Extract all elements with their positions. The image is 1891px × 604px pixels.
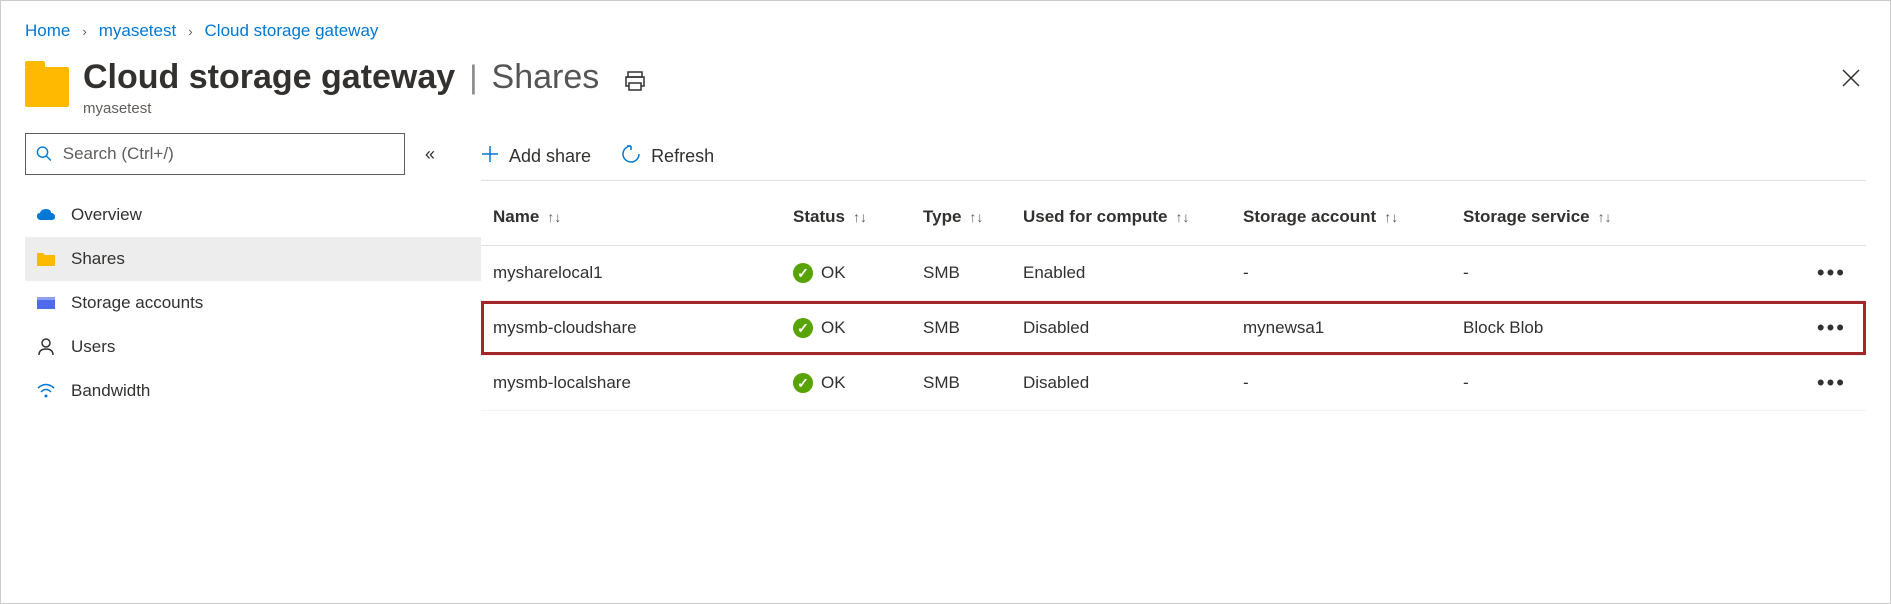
wifi-icon — [35, 383, 57, 399]
print-icon — [623, 69, 647, 93]
cell-name: mysharelocal1 — [481, 246, 781, 301]
cell-service: - — [1451, 356, 1661, 411]
toolbar: Add share Refresh — [481, 133, 1866, 181]
cell-status: ✓OK — [781, 246, 911, 301]
collapse-sidebar-button[interactable]: « — [425, 144, 435, 165]
cell-name: mysmb-cloudshare — [481, 301, 781, 356]
sidebar-nav: Overview Shares Storage accounts Users — [25, 193, 481, 413]
user-icon — [35, 338, 57, 356]
chevron-right-icon: › — [188, 24, 192, 39]
sidebar-item-users[interactable]: Users — [25, 325, 481, 369]
sort-icon: ↑↓ — [969, 209, 983, 225]
add-share-label: Add share — [509, 146, 591, 167]
sort-icon: ↑↓ — [547, 209, 561, 225]
cell-type: SMB — [911, 356, 1011, 411]
plus-icon — [481, 145, 499, 168]
sidebar: « Overview Shares Storage accounts — [1, 133, 481, 413]
sidebar-item-shares[interactable]: Shares — [25, 237, 481, 281]
col-status[interactable]: Status↑↓ — [781, 189, 911, 246]
ok-icon: ✓ — [793, 318, 813, 338]
cell-compute: Disabled — [1011, 356, 1231, 411]
ok-icon: ✓ — [793, 373, 813, 393]
chevron-right-icon: › — [82, 24, 86, 39]
sort-icon: ↑↓ — [1598, 209, 1612, 225]
folder-icon — [35, 251, 57, 267]
table-row[interactable]: mysmb-cloudshare✓OKSMBDisabledmynewsa1Bl… — [481, 301, 1866, 356]
page-title: Cloud storage gateway | Shares — [83, 59, 599, 96]
sidebar-item-label: Users — [71, 337, 115, 357]
col-name[interactable]: Name↑↓ — [481, 189, 781, 246]
cloud-icon — [35, 208, 57, 222]
refresh-button[interactable]: Refresh — [621, 144, 714, 169]
sort-icon: ↑↓ — [853, 209, 867, 225]
add-share-button[interactable]: Add share — [481, 145, 591, 168]
close-button[interactable] — [1842, 69, 1860, 93]
sort-icon: ↑↓ — [1176, 209, 1190, 225]
cell-status: ✓OK — [781, 356, 911, 411]
search-input[interactable] — [61, 143, 394, 165]
cell-compute: Enabled — [1011, 246, 1231, 301]
folder-icon — [25, 67, 69, 107]
breadcrumb-page[interactable]: Cloud storage gateway — [205, 21, 379, 41]
page-subtitle: myasetest — [83, 100, 599, 117]
cell-service: Block Blob — [1451, 301, 1661, 356]
row-menu-button[interactable]: ••• — [1661, 301, 1866, 356]
breadcrumb-home[interactable]: Home — [25, 21, 70, 41]
row-menu-button[interactable]: ••• — [1661, 356, 1866, 411]
refresh-icon — [621, 144, 641, 169]
main-content: Add share Refresh Name↑↓ Status↑↓ Type↑↓… — [481, 133, 1890, 413]
title-divider: | — [469, 60, 477, 95]
cell-type: SMB — [911, 246, 1011, 301]
col-service[interactable]: Storage service↑↓ — [1451, 189, 1661, 246]
cell-account: mynewsa1 — [1231, 301, 1451, 356]
sidebar-item-label: Bandwidth — [71, 381, 150, 401]
sidebar-item-overview[interactable]: Overview — [25, 193, 481, 237]
col-type[interactable]: Type↑↓ — [911, 189, 1011, 246]
sidebar-item-bandwidth[interactable]: Bandwidth — [25, 369, 481, 413]
cell-account: - — [1231, 356, 1451, 411]
search-icon — [36, 145, 53, 163]
storage-icon — [35, 296, 57, 310]
sidebar-item-storage-accounts[interactable]: Storage accounts — [25, 281, 481, 325]
refresh-label: Refresh — [651, 146, 714, 167]
page-title-section: Shares — [492, 59, 600, 96]
breadcrumb: Home › myasetest › Cloud storage gateway — [1, 1, 1890, 51]
cell-account: - — [1231, 246, 1451, 301]
close-icon — [1842, 69, 1860, 87]
sidebar-item-label: Shares — [71, 249, 125, 269]
ok-icon: ✓ — [793, 263, 813, 283]
table-row[interactable]: mysmb-localshare✓OKSMBDisabled--••• — [481, 356, 1866, 411]
cell-status: ✓OK — [781, 301, 911, 356]
cell-compute: Disabled — [1011, 301, 1231, 356]
breadcrumb-resource[interactable]: myasetest — [99, 21, 176, 41]
sort-icon: ↑↓ — [1384, 209, 1398, 225]
search-box[interactable] — [25, 133, 405, 175]
cell-service: - — [1451, 246, 1661, 301]
page-title-main: Cloud storage gateway — [83, 59, 455, 96]
sidebar-item-label: Overview — [71, 205, 142, 225]
row-menu-button[interactable]: ••• — [1661, 246, 1866, 301]
sidebar-item-label: Storage accounts — [71, 293, 203, 313]
print-button[interactable] — [623, 69, 647, 96]
page-header: Cloud storage gateway | Shares myasetest — [1, 51, 1890, 133]
cell-name: mysmb-localshare — [481, 356, 781, 411]
cell-type: SMB — [911, 301, 1011, 356]
col-compute[interactable]: Used for compute↑↓ — [1011, 189, 1231, 246]
table-row[interactable]: mysharelocal1✓OKSMBEnabled--••• — [481, 246, 1866, 301]
shares-table: Name↑↓ Status↑↓ Type↑↓ Used for compute↑… — [481, 189, 1866, 411]
col-account[interactable]: Storage account↑↓ — [1231, 189, 1451, 246]
